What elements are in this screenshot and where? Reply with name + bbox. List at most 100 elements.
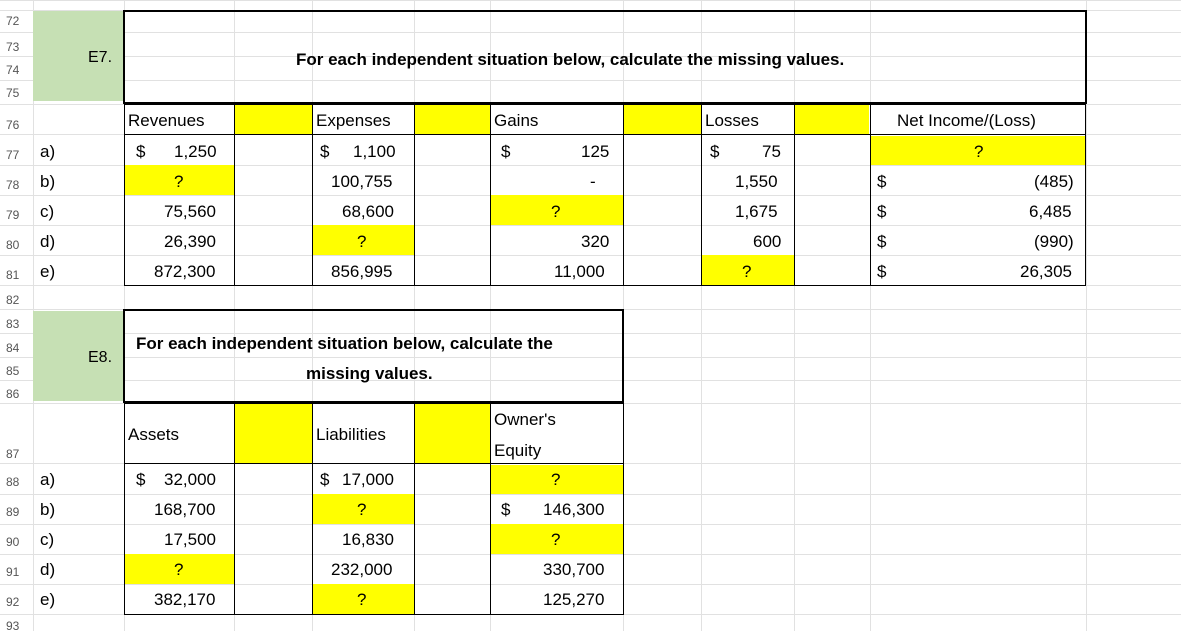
header-revenues[interactable]: Revenues xyxy=(128,112,205,129)
liabilities-value[interactable]: ? xyxy=(357,501,366,518)
expense-value[interactable]: 856,995 xyxy=(331,263,392,280)
row-number[interactable]: 84 xyxy=(6,341,38,355)
e8-row-label[interactable]: b) xyxy=(40,501,55,518)
revenue-value[interactable]: 872,300 xyxy=(154,263,215,280)
revenue-value[interactable]: 26,390 xyxy=(164,233,216,250)
expense-value[interactable]: 1,100 xyxy=(353,143,396,160)
row-number[interactable]: 75 xyxy=(6,86,38,100)
e8-table-border-top xyxy=(124,403,624,404)
gains-value[interactable]: 11,000 xyxy=(554,263,605,280)
dollar-sign: $ xyxy=(501,500,511,519)
header-owners-equity-line-2[interactable]: Equity xyxy=(494,442,541,459)
e7-title-border-top xyxy=(123,10,1087,12)
gains-value[interactable]: 320 xyxy=(581,233,609,250)
e7-col-divider-2 xyxy=(312,104,313,286)
e7-title[interactable]: For each independent situation below, ca… xyxy=(296,51,844,68)
header-liabilities[interactable]: Liabilities xyxy=(316,426,386,443)
row-number[interactable]: 82 xyxy=(6,293,38,307)
dollar-sign: $ xyxy=(877,262,887,281)
revenue-value[interactable]: ? xyxy=(174,173,183,190)
e8-row-label[interactable]: e) xyxy=(40,591,55,608)
gains-value[interactable]: 125 xyxy=(581,143,609,160)
e7-col-divider-4 xyxy=(490,104,491,286)
row-number[interactable]: 76 xyxy=(6,118,38,132)
e7-header-fill-2 xyxy=(415,105,490,134)
header-losses[interactable]: Losses xyxy=(705,112,759,129)
e8-title-line-1[interactable]: For each independent situation below, ca… xyxy=(136,335,553,352)
net-income-value[interactable]: (485) xyxy=(1034,173,1074,190)
row-number[interactable]: 90 xyxy=(6,535,38,549)
dollar-sign: $ xyxy=(877,232,887,251)
equity-value[interactable]: 330,700 xyxy=(543,561,604,578)
row-number[interactable]: 74 xyxy=(6,63,38,77)
e7-row-label[interactable]: e) xyxy=(40,263,55,280)
e7-header-underline xyxy=(124,134,1086,135)
row-number[interactable]: 80 xyxy=(6,238,38,252)
row-number[interactable]: 87 xyxy=(6,447,38,461)
revenue-value[interactable]: 75,560 xyxy=(164,203,216,220)
e8-table-border-bottom xyxy=(124,614,624,615)
header-gains[interactable]: Gains xyxy=(494,112,538,129)
e7-row-label[interactable]: d) xyxy=(40,233,55,250)
e8-row-label[interactable]: d) xyxy=(40,561,55,578)
row-number[interactable]: 89 xyxy=(6,505,38,519)
row-number[interactable]: 81 xyxy=(6,268,38,282)
gains-value[interactable]: ? xyxy=(551,203,560,220)
dollar-sign: $ xyxy=(320,470,330,489)
equity-value[interactable]: 146,300 xyxy=(543,501,604,518)
equity-value[interactable]: ? xyxy=(551,471,560,488)
row-number[interactable]: 91 xyxy=(6,565,38,579)
row-number[interactable]: 83 xyxy=(6,317,38,331)
equity-value[interactable]: ? xyxy=(551,531,560,548)
e8-label[interactable]: E8. xyxy=(88,350,112,366)
e8-row-label[interactable]: a) xyxy=(40,471,55,488)
row-number[interactable]: 77 xyxy=(6,148,38,162)
losses-value[interactable]: 75 xyxy=(762,143,781,160)
net-income-value[interactable]: 26,305 xyxy=(1020,263,1072,280)
dollar-sign: $ xyxy=(136,470,146,489)
row-number[interactable]: 78 xyxy=(6,178,38,192)
row-number[interactable]: 73 xyxy=(6,40,38,54)
row-number[interactable]: 92 xyxy=(6,595,38,609)
assets-value[interactable]: 168,700 xyxy=(154,501,215,518)
revenue-value[interactable]: 1,250 xyxy=(174,143,217,160)
header-expenses[interactable]: Expenses xyxy=(316,112,391,129)
e7-row-label[interactable]: c) xyxy=(40,203,54,220)
expense-value[interactable]: 68,600 xyxy=(342,203,394,220)
expense-value[interactable]: 100,755 xyxy=(331,173,392,190)
e8-table-border-left xyxy=(124,403,125,615)
header-assets[interactable]: Assets xyxy=(128,426,179,443)
e7-row-label[interactable]: b) xyxy=(40,173,55,190)
liabilities-value[interactable]: 17,000 xyxy=(342,471,394,488)
row-number[interactable]: 72 xyxy=(6,14,38,28)
losses-value[interactable]: 1,675 xyxy=(735,203,778,220)
net-income-value[interactable]: 6,485 xyxy=(1029,203,1072,220)
row-number[interactable]: 79 xyxy=(6,208,38,222)
assets-value[interactable]: 17,500 xyxy=(164,531,216,548)
equity-value[interactable]: 125,270 xyxy=(543,591,604,608)
assets-value[interactable]: 32,000 xyxy=(164,471,216,488)
gains-value[interactable]: - xyxy=(590,173,596,190)
net-income-value[interactable]: ? xyxy=(974,143,983,160)
header-owners-equity-line-1[interactable]: Owner's xyxy=(494,411,556,428)
liabilities-value[interactable]: ? xyxy=(357,591,366,608)
e7-label[interactable]: E7. xyxy=(88,50,112,66)
liabilities-value[interactable]: 232,000 xyxy=(331,561,392,578)
losses-value[interactable]: 600 xyxy=(753,233,781,250)
liabilities-value[interactable]: 16,830 xyxy=(342,531,394,548)
losses-value[interactable]: 1,550 xyxy=(735,173,778,190)
e7-row-label[interactable]: a) xyxy=(40,143,55,160)
expense-value[interactable]: ? xyxy=(357,233,366,250)
assets-value[interactable]: ? xyxy=(174,561,183,578)
header-net-income[interactable]: Net Income/(Loss) xyxy=(897,112,1036,129)
losses-value[interactable]: ? xyxy=(742,263,751,280)
net-income-value[interactable]: (990) xyxy=(1034,233,1074,250)
assets-value[interactable]: 382,170 xyxy=(154,591,215,608)
row-number[interactable]: 86 xyxy=(6,387,38,401)
e8-title-border-right xyxy=(622,309,624,403)
row-number[interactable]: 85 xyxy=(6,364,38,378)
row-number[interactable]: 88 xyxy=(6,475,38,489)
e7-table-border-top xyxy=(124,104,1086,105)
e8-title-line-2[interactable]: missing values. xyxy=(306,365,433,382)
e8-row-label[interactable]: c) xyxy=(40,531,54,548)
